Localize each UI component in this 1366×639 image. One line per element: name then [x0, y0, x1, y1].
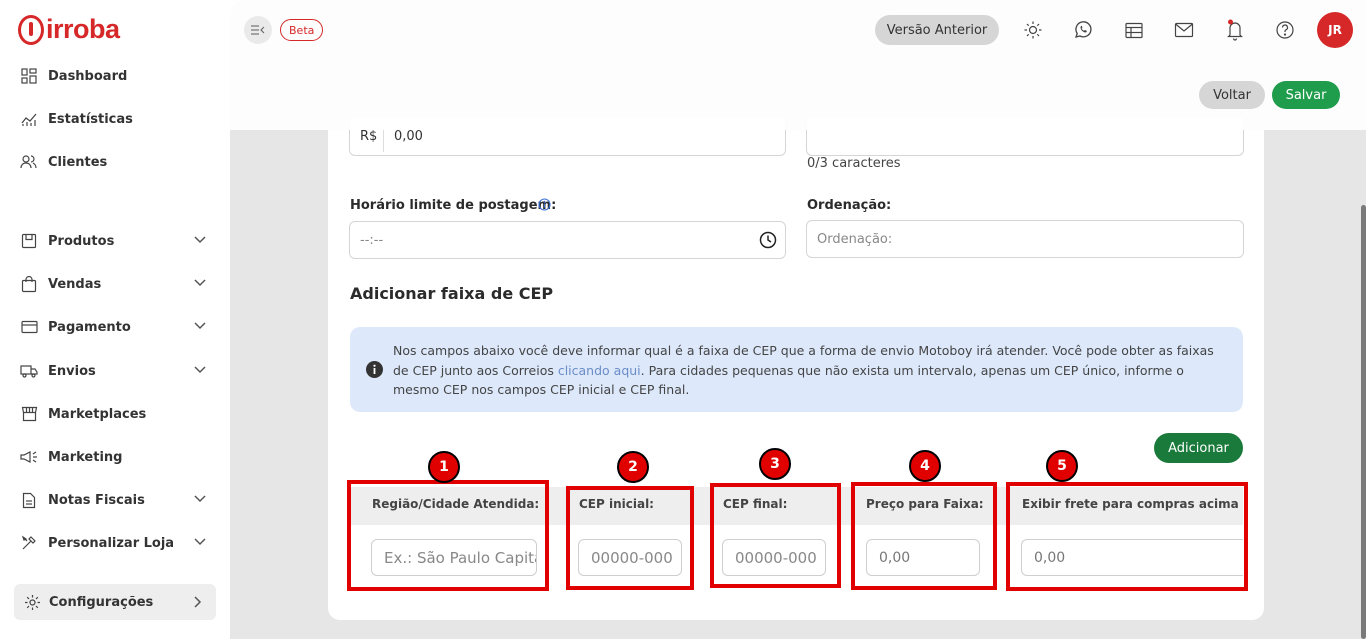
- bell-icon[interactable]: [1223, 18, 1247, 42]
- logo-text: irroba: [46, 14, 120, 44]
- horario-placeholder: --:--: [360, 233, 384, 248]
- theme-sun-icon[interactable]: [1021, 18, 1045, 42]
- chevron-down-icon: [194, 492, 206, 507]
- sidebar-item-label: Envios: [48, 363, 96, 379]
- tools-icon: [20, 534, 38, 552]
- ordenacao-input[interactable]: Ordenação:: [806, 220, 1244, 258]
- ordenacao-placeholder: Ordenação:: [817, 232, 893, 247]
- sidebar-item-marketplaces[interactable]: Marketplaces: [20, 400, 210, 428]
- calendar-icon[interactable]: [1122, 18, 1146, 42]
- info-link[interactable]: clicando aqui: [558, 363, 641, 378]
- adicionar-button[interactable]: Adicionar: [1154, 433, 1243, 463]
- chevron-down-icon: [194, 276, 206, 291]
- sidebar-item-clientes[interactable]: Clientes: [20, 148, 210, 176]
- char-counter: 0/3 caracteres: [807, 156, 901, 171]
- chevron-down-icon: [194, 233, 206, 248]
- annotation-badge-4: 4: [909, 450, 941, 482]
- highlight-box-3: [710, 483, 841, 588]
- chevron-down-icon: [194, 363, 206, 378]
- users-icon: [20, 153, 38, 171]
- chevron-down-icon: [194, 319, 206, 334]
- info-icon: [366, 361, 383, 382]
- section-title: Adicionar faixa de CEP: [350, 284, 554, 303]
- sidebar-item-label: Produtos: [48, 233, 115, 249]
- salvar-button[interactable]: Salvar: [1272, 81, 1340, 109]
- whatsapp-icon[interactable]: [1071, 18, 1095, 42]
- credit-card-icon: [20, 318, 38, 336]
- box-icon: [20, 232, 38, 250]
- sidebar-item-produtos[interactable]: Produtos: [20, 227, 210, 255]
- menu-collapse-button[interactable]: [244, 16, 272, 44]
- sidebar-item-label: Estatísticas: [48, 111, 133, 127]
- truck-icon: [20, 362, 38, 380]
- annotation-badge-1: 1: [428, 451, 460, 483]
- horario-input[interactable]: --:--: [349, 221, 786, 259]
- sidebar-item-notas-fiscais[interactable]: Notas Fiscais: [20, 486, 210, 514]
- clock-icon[interactable]: [759, 231, 777, 253]
- sidebar-item-label: Marketplaces: [48, 406, 147, 422]
- sidebar: irroba Dashboard Estatísticas Clientes P…: [0, 0, 230, 639]
- sidebar-item-pagamento[interactable]: Pagamento: [20, 313, 210, 341]
- price-value: 0,00: [394, 129, 423, 144]
- chart-line-icon: [20, 110, 38, 128]
- highlight-box-1: [347, 480, 549, 591]
- highlight-box-5: [1006, 482, 1248, 591]
- sidebar-item-label: Dashboard: [48, 68, 128, 84]
- sidebar-item-label: Clientes: [48, 154, 108, 170]
- gear-icon: [24, 594, 41, 611]
- shopping-bag-icon: [20, 275, 38, 293]
- info-circle-icon[interactable]: [538, 196, 551, 215]
- voltar-button[interactable]: Voltar: [1199, 81, 1265, 109]
- beta-badge: Beta: [280, 19, 324, 41]
- sidebar-item-configuracoes[interactable]: Configurações: [14, 584, 216, 620]
- menu-collapse-icon: [251, 25, 265, 35]
- chevron-down-icon: [194, 535, 206, 550]
- logo-mark-icon: [18, 14, 44, 45]
- user-avatar[interactable]: JR: [1317, 12, 1353, 48]
- chevron-right-icon: [194, 596, 202, 612]
- dashboard-icon: [20, 67, 38, 85]
- sidebar-item-dashboard[interactable]: Dashboard: [20, 62, 210, 90]
- sidebar-item-label: Notas Fiscais: [48, 492, 145, 508]
- info-text: Nos campos abaixo você deve informar qua…: [393, 341, 1228, 400]
- store-icon: [20, 405, 38, 423]
- highlight-box-2: [566, 486, 694, 590]
- help-icon[interactable]: [1273, 18, 1297, 42]
- sidebar-item-label: Marketing: [48, 449, 123, 465]
- document-icon: [20, 491, 38, 509]
- annotation-badge-2: 2: [617, 451, 649, 483]
- irroba-logo[interactable]: irroba: [18, 14, 120, 45]
- sidebar-item-vendas[interactable]: Vendas: [20, 270, 210, 298]
- sidebar-item-marketing[interactable]: Marketing: [20, 443, 210, 471]
- scrollbar[interactable]: [1361, 205, 1366, 639]
- megaphone-icon: [20, 448, 38, 466]
- horario-label: Horário limite de postagem:: [350, 198, 557, 213]
- mail-icon[interactable]: [1172, 18, 1196, 42]
- sidebar-item-estatisticas[interactable]: Estatísticas: [20, 105, 210, 133]
- sidebar-item-label: Pagamento: [48, 319, 131, 335]
- sidebar-item-label: Vendas: [48, 276, 102, 292]
- highlight-box-4: [851, 482, 997, 590]
- sidebar-item-personalizar-loja[interactable]: Personalizar Loja: [20, 529, 210, 557]
- annotation-badge-5: 5: [1046, 450, 1078, 482]
- currency-prefix: R$: [360, 129, 378, 144]
- sidebar-item-envios[interactable]: Envios: [20, 357, 210, 385]
- sidebar-item-label: Personalizar Loja: [48, 535, 175, 551]
- sidebar-item-label: Configurações: [49, 594, 154, 610]
- versao-anterior-button[interactable]: Versão Anterior: [875, 15, 999, 45]
- annotation-badge-3: 3: [759, 448, 791, 480]
- ordenacao-label: Ordenação:: [807, 198, 892, 213]
